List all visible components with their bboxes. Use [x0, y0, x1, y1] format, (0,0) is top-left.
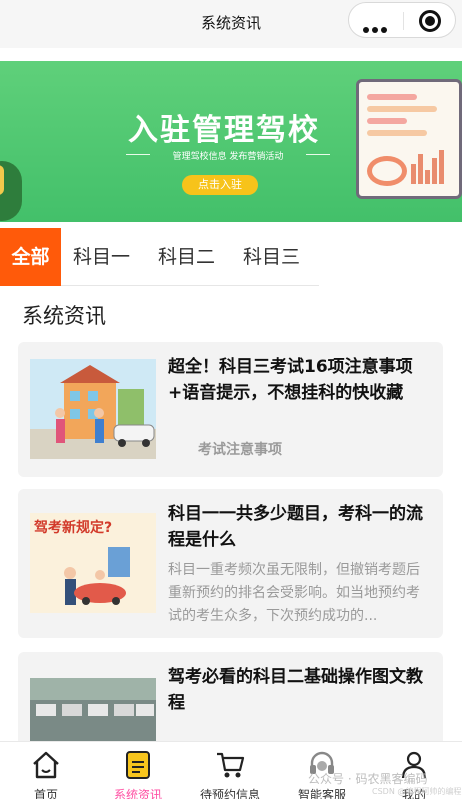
tab-subject-two[interactable]: 科目二 [158, 228, 215, 286]
tabbar-label: 智能客服 [297, 788, 346, 799]
tabbar-label: 首页 [33, 788, 58, 799]
promo-banner[interactable]: 入驻管理驾校 管理驾校信息 发布营销活动 点击入驻 [0, 61, 462, 222]
navigation-bar: 系统资讯 [0, 0, 462, 48]
category-tabs: 全部 科目一 科目二 科目三 [0, 228, 462, 286]
article-card[interactable]: 驾考新规定? 科目一一共多少题目，考科一的流程是什么 科目一重考频次虽无限制，但… [18, 489, 443, 638]
article-thumbnail: 驾考新规定? [30, 513, 156, 613]
close-target-icon[interactable] [419, 10, 441, 32]
banner-title: 入驻管理驾校 [128, 113, 320, 148]
more-menu-icon[interactable] [363, 18, 391, 33]
article-title: 驾考必看的科目二基础操作图文教程 [168, 667, 423, 713]
tab-subject-three[interactable]: 科目三 [243, 228, 300, 286]
banner-join-button[interactable]: 点击入驻 [182, 175, 258, 195]
section-title: 系统资讯 [22, 304, 106, 328]
article-description: 科目一重考频次虽无限制，但撤销考题后重新预约的排名会受影响。如当地预约考试的考生… [168, 562, 420, 624]
article-card[interactable]: 驾考必看的科目二基础操作图文教程 [18, 652, 443, 752]
tabbar-news[interactable]: 系统资讯 [92, 742, 184, 799]
article-tag: 考试注意事项 [198, 442, 282, 458]
tabbar-label: 系统资讯 [113, 788, 162, 799]
article-card[interactable]: 超全！科目三考试16项注意事项+语音提示，不想挂科的快收藏 考试注意事项 [18, 342, 443, 477]
document-icon [123, 750, 153, 780]
tab-all[interactable]: 全部 [0, 228, 61, 286]
article-title: 超全！科目三考试16项注意事项+语音提示，不想挂科的快收藏 [168, 357, 413, 403]
tab-subject-one[interactable]: 科目一 [73, 228, 130, 286]
banner-decoration [0, 165, 4, 195]
home-icon [31, 750, 61, 780]
capsule-divider [403, 12, 404, 30]
app-page: 系统资讯 入驻管理驾校 管理驾校信息 发布营销活动 点击入驻 全部 科目一 科目… [0, 0, 462, 799]
tabbar-pending[interactable]: 待预约信息 [184, 742, 276, 799]
watermark-sub: CSDN @编程阿帅的编程 [372, 787, 462, 796]
tabbar-home[interactable]: 首页 [0, 742, 92, 799]
banner-subtitle: 管理驾校信息 发布营销活动 [126, 149, 330, 162]
dashboard-illustration [356, 79, 462, 199]
tabs-divider [61, 285, 319, 286]
cart-icon [215, 750, 245, 780]
watermark: 公众号 · 码农黑客编码 [308, 772, 428, 786]
article-thumbnail [30, 359, 156, 459]
tabbar-label: 待预约信息 [199, 788, 260, 799]
article-title: 科目一一共多少题目，考科一的流程是什么 [168, 504, 423, 550]
mini-program-capsule [348, 2, 456, 38]
